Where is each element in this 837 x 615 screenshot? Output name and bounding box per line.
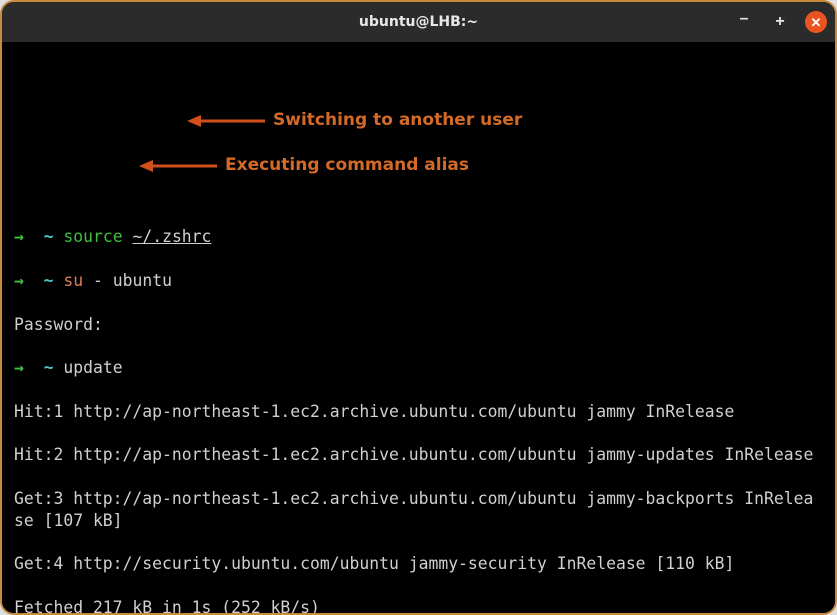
titlebar: ubuntu@LHB:~ – + ✕ (2, 2, 835, 42)
prompt-tilde: ~ (44, 358, 54, 377)
prompt-tilde: ~ (44, 227, 54, 246)
output-line: Hit:2 http://ap-northeast-1.ec2.archive.… (14, 444, 823, 466)
prompt-line: → ~ source ~/.zshrc (14, 226, 823, 248)
output-line: Get:4 http://security.ubuntu.com/ubuntu … (14, 553, 823, 575)
output-line: Fetched 217 kB in 1s (252 kB/s) (14, 597, 823, 613)
window-controls: – + ✕ (733, 11, 827, 33)
arg-zshrc: ~/.zshrc (132, 227, 211, 246)
prompt-arrow: → (14, 271, 24, 290)
prompt-line: → ~ su - ubuntu (14, 270, 823, 292)
annotation-label: Executing command alias (225, 155, 469, 177)
arrow-left-icon (187, 114, 265, 128)
command-su: su (63, 271, 83, 290)
terminal-window: ubuntu@LHB:~ – + ✕ Switching to another … (0, 0, 837, 615)
prompt-line: → ~ update (14, 357, 823, 379)
command-source: source (63, 227, 122, 246)
terminal-body[interactable]: Switching to another user Executing comm… (2, 42, 835, 613)
prompt-arrow: → (14, 227, 24, 246)
prompt-arrow: → (14, 358, 24, 377)
annotation-label: Switching to another user (273, 110, 522, 132)
annotation-exec-alias: Executing command alias (139, 155, 469, 177)
window-title: ubuntu@LHB:~ (359, 14, 478, 30)
arrow-left-icon (139, 159, 217, 173)
output-line: Password: (14, 314, 823, 336)
output-line: Hit:1 http://ap-northeast-1.ec2.archive.… (14, 401, 823, 423)
maximize-button[interactable]: + (769, 11, 791, 33)
annotation-switch-user: Switching to another user (187, 110, 522, 132)
output-line: Get:3 http://ap-northeast-1.ec2.archive.… (14, 488, 823, 532)
minimize-button[interactable]: – (733, 8, 755, 30)
command-update: update (63, 358, 122, 377)
prompt-tilde: ~ (44, 271, 54, 290)
arg-su: - ubuntu (93, 271, 172, 290)
close-button[interactable]: ✕ (805, 11, 827, 33)
